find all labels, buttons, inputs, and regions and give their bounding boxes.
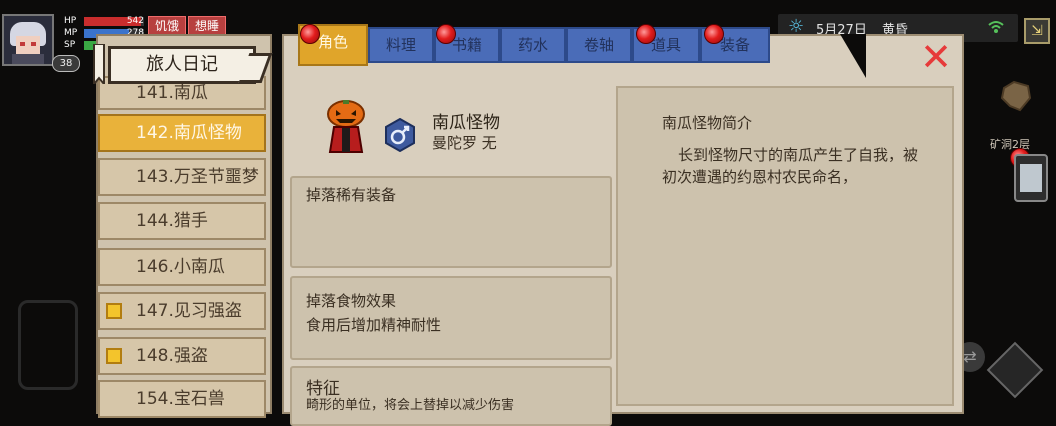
journal-title-text: 旅人日记 xyxy=(146,54,218,75)
list-item-label: 141.南瓜 xyxy=(136,83,208,103)
ribbon-icon xyxy=(93,44,105,84)
page-corner xyxy=(840,34,866,78)
sp-label: SP xyxy=(64,40,76,50)
map-icon[interactable] xyxy=(998,78,1034,114)
monster-subtitle: 曼陀罗 无 xyxy=(432,134,497,152)
description-panel xyxy=(616,86,954,406)
hp-bar: HP 542 xyxy=(60,16,146,27)
rare-drop-section: 掉落稀有装备 xyxy=(290,176,612,268)
player-portrait[interactable] xyxy=(2,14,54,66)
traits-section: 特征 畸形的单位，将会上替掉以减少伤害 xyxy=(290,366,612,426)
list-item-label: 154.宝石兽 xyxy=(136,389,225,409)
list-item[interactable]: 142.南瓜怪物 xyxy=(98,114,266,152)
exit-icon[interactable]: ⇲ xyxy=(1024,18,1050,44)
phone-icon[interactable] xyxy=(1014,154,1048,202)
coin-icon xyxy=(106,303,122,319)
tab-character-alert xyxy=(300,24,320,44)
player-level-badge: 38 xyxy=(52,55,80,72)
hp-value: 542 xyxy=(126,16,144,26)
status-hungry: 饥饿 xyxy=(148,16,187,36)
food-effect-body: 食用后增加精神耐性 xyxy=(306,316,442,334)
pumpkin-monster-sprite xyxy=(327,100,365,153)
list-item[interactable]: 143.万圣节噩梦 xyxy=(98,158,266,196)
list-item-label: 146.小南瓜 xyxy=(136,257,225,277)
close-icon[interactable]: ✕ xyxy=(916,38,956,76)
list-item[interactable]: 144.猎手 xyxy=(98,202,266,240)
tab-potions[interactable]: 药水 xyxy=(500,27,566,63)
list-item-label: 144.猎手 xyxy=(136,211,208,231)
status-sleepy: 想睡 xyxy=(188,16,227,36)
list-item-label: 142.南瓜怪物 xyxy=(136,123,242,143)
mp-label: MP xyxy=(64,28,78,38)
traits-body: 畸形的单位，将会上替掉以减少伤害 xyxy=(306,398,515,413)
wifi-icon xyxy=(988,21,1004,33)
rare-drop-heading: 掉落稀有装备 xyxy=(306,186,397,204)
dpad-ghost xyxy=(18,300,78,390)
list-item-label: 148.强盗 xyxy=(136,346,208,366)
tab-equipment-alert xyxy=(704,24,724,44)
skill-icon[interactable] xyxy=(986,341,1044,399)
list-item[interactable]: 146.小南瓜 xyxy=(98,248,266,286)
tab-books-alert xyxy=(436,24,456,44)
food-effect-heading: 掉落食物效果 xyxy=(306,292,397,310)
list-item[interactable]: 154.宝石兽 xyxy=(98,380,266,418)
coin-icon xyxy=(106,348,122,364)
journal-title: 旅人日记 xyxy=(108,46,273,84)
description-body: 长到怪物尺寸的南瓜产生了自我，被初次遭遇的约恩村农民命名， xyxy=(662,146,919,186)
list-item[interactable]: 147.见习强盗 xyxy=(98,292,266,330)
tab-items-alert xyxy=(636,24,656,44)
tab-scrolls[interactable]: 卷轴 xyxy=(566,27,632,63)
monster-name: 南瓜怪物 xyxy=(432,113,500,133)
type-badge-icon xyxy=(385,118,415,152)
food-effect-section: 掉落食物效果 食用后增加精神耐性 xyxy=(290,276,612,360)
tab-cooking[interactable]: 料理 xyxy=(368,27,434,63)
list-item-label: 147.见习强盗 xyxy=(136,301,242,321)
list-item[interactable]: 148.强盗 xyxy=(98,337,266,375)
hp-label: HP xyxy=(64,16,77,26)
list-item-label: 143.万圣节噩梦 xyxy=(136,167,259,187)
description-title: 南瓜怪物简介 xyxy=(662,114,753,132)
